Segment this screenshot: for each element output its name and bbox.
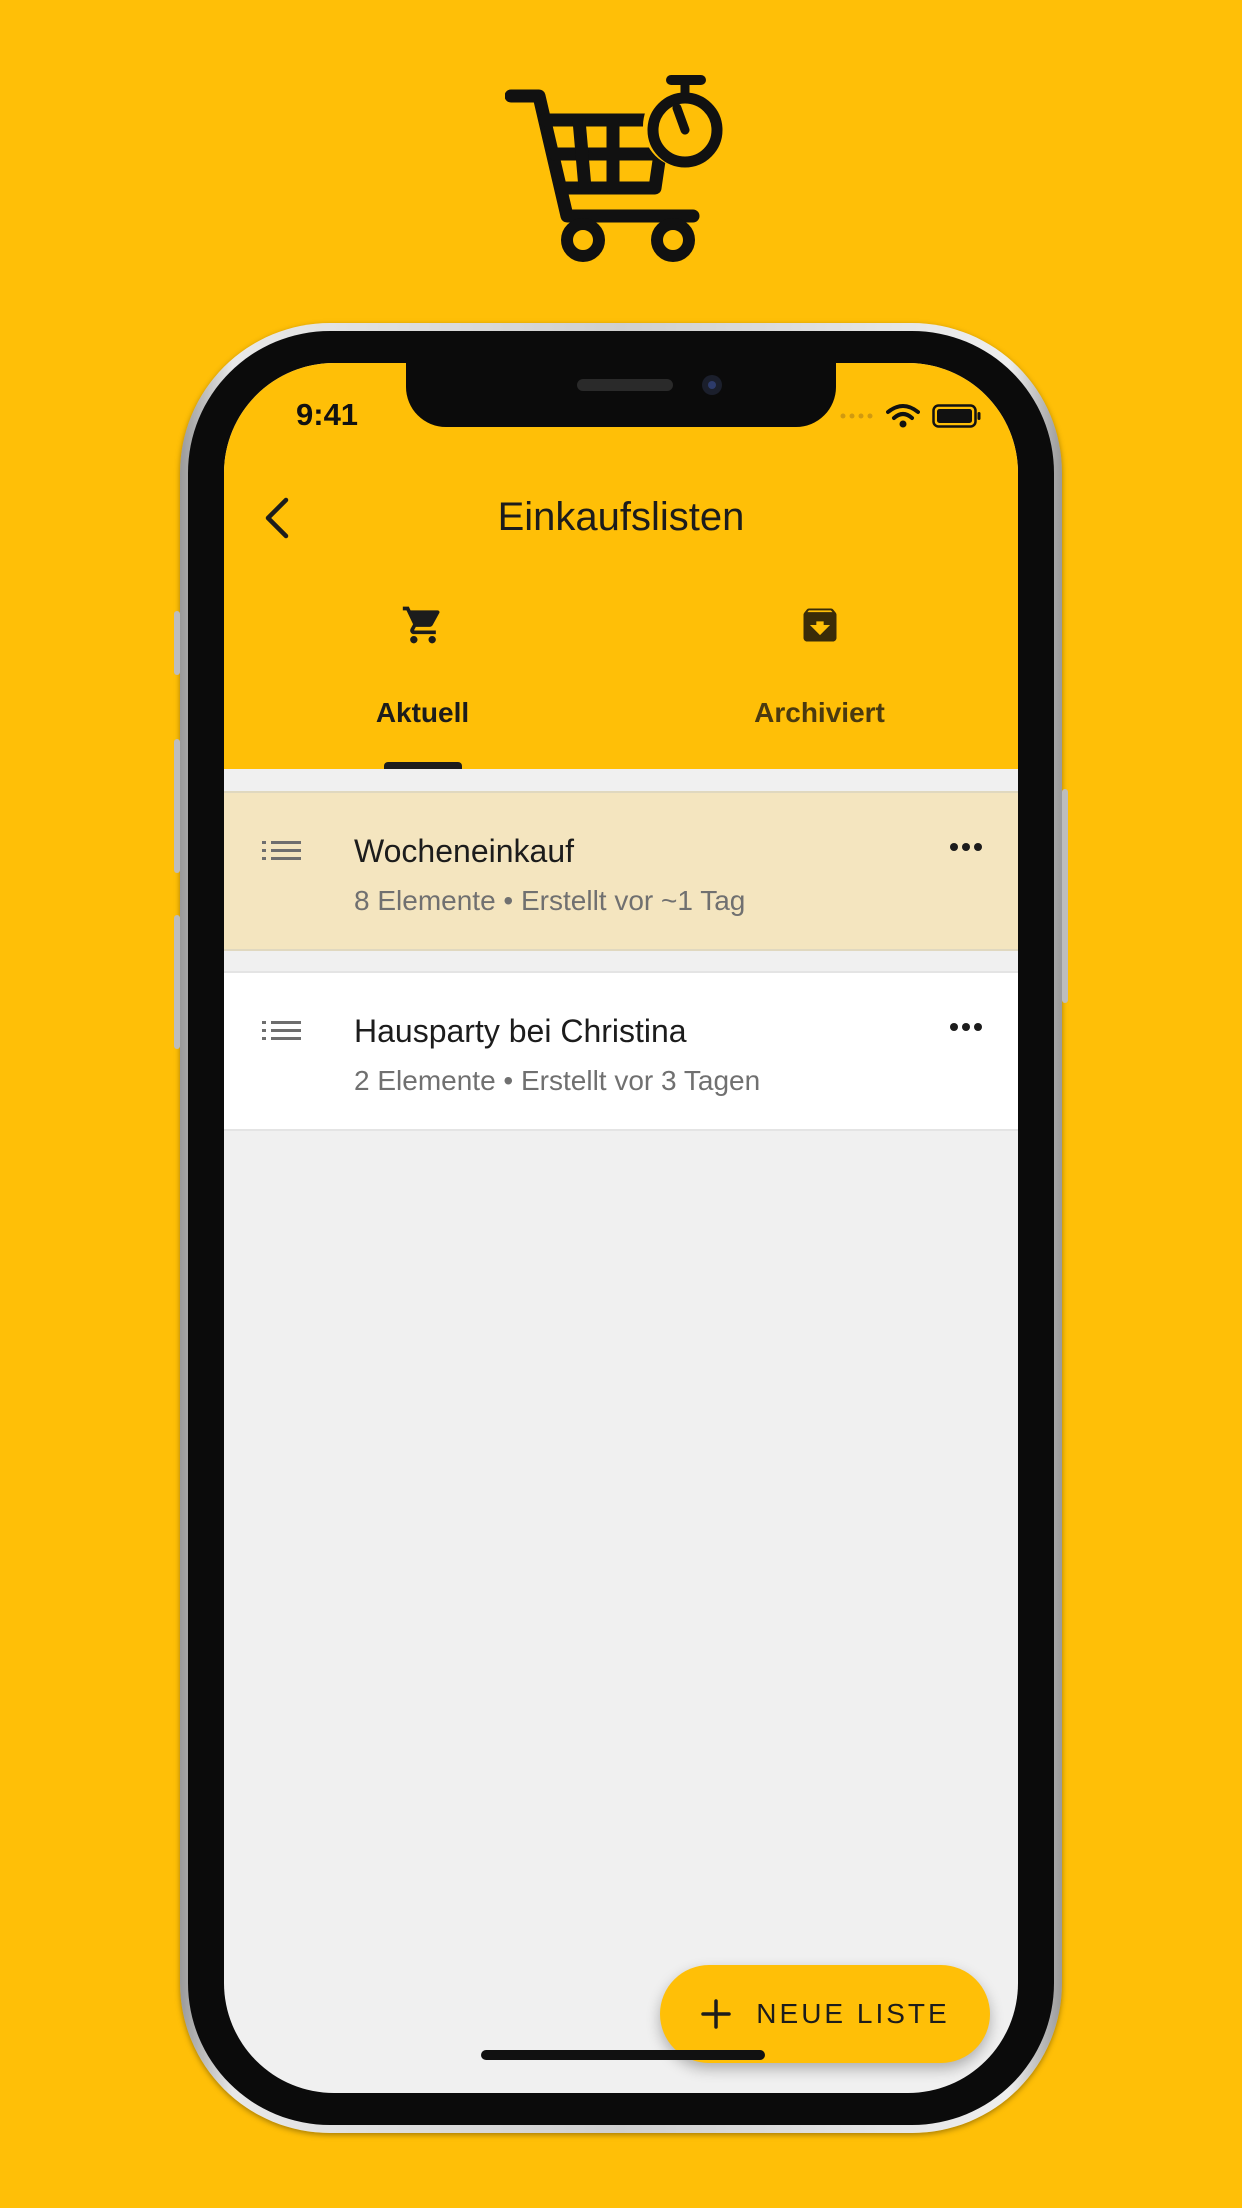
list-icon	[262, 841, 301, 860]
app-logo-cart-stopwatch-icon	[505, 75, 727, 262]
list-item-title: Hausparty bei Christina	[354, 1013, 687, 1049]
list-item-subtitle: 2 Elemente • Erstellt vor 3 Tagen	[354, 1065, 761, 1096]
tab-aktuell-label: Aktuell	[375, 697, 470, 728]
tab-archiviert[interactable]: Archiviert	[621, 603, 1018, 769]
more-options-icon[interactable]	[950, 843, 982, 851]
archive-icon	[803, 608, 836, 642]
list-item[interactable]: Hausparty bei Christina 2 Elemente • Ers…	[224, 971, 1018, 1131]
list-item-title: Wocheneinkauf	[354, 833, 574, 869]
battery-icon	[932, 404, 981, 428]
speaker-grille	[577, 379, 673, 391]
new-list-label: NEUE LISTE	[756, 1998, 950, 2029]
active-tab-indicator	[384, 762, 462, 769]
more-options-icon[interactable]	[950, 1023, 982, 1031]
cart-icon	[402, 606, 440, 644]
status-time: 9:41	[296, 397, 359, 432]
phone-volume-up-button	[174, 739, 180, 873]
list-item[interactable]: Wocheneinkauf 8 Elemente • Erstellt vor …	[224, 791, 1018, 951]
home-indicator	[481, 2050, 765, 2060]
phone-volume-down-button	[174, 915, 180, 1049]
phone-side-button	[174, 611, 180, 675]
signal-icon	[840, 413, 873, 419]
list-item-subtitle: 8 Elemente • Erstellt vor ~1 Tag	[354, 885, 746, 916]
phone-screen: 9:41 Einkaufslisten Aktuell Archiviert W…	[224, 363, 1018, 2093]
phone-notch	[406, 363, 836, 427]
phone-power-button	[1062, 789, 1068, 1003]
list-icon	[262, 1021, 301, 1040]
new-list-button[interactable]: NEUE LISTE	[660, 1965, 990, 2063]
plus-icon	[701, 1999, 732, 2029]
page-title: Einkaufslisten	[497, 495, 745, 539]
tab-aktuell[interactable]: Aktuell	[224, 603, 621, 769]
phone-frame: 9:41 Einkaufslisten Aktuell Archiviert W…	[174, 323, 1068, 2133]
tab-archiviert-label: Archiviert	[754, 697, 885, 728]
status-icons	[840, 403, 982, 429]
front-camera	[702, 375, 722, 395]
wifi-icon	[886, 404, 920, 428]
